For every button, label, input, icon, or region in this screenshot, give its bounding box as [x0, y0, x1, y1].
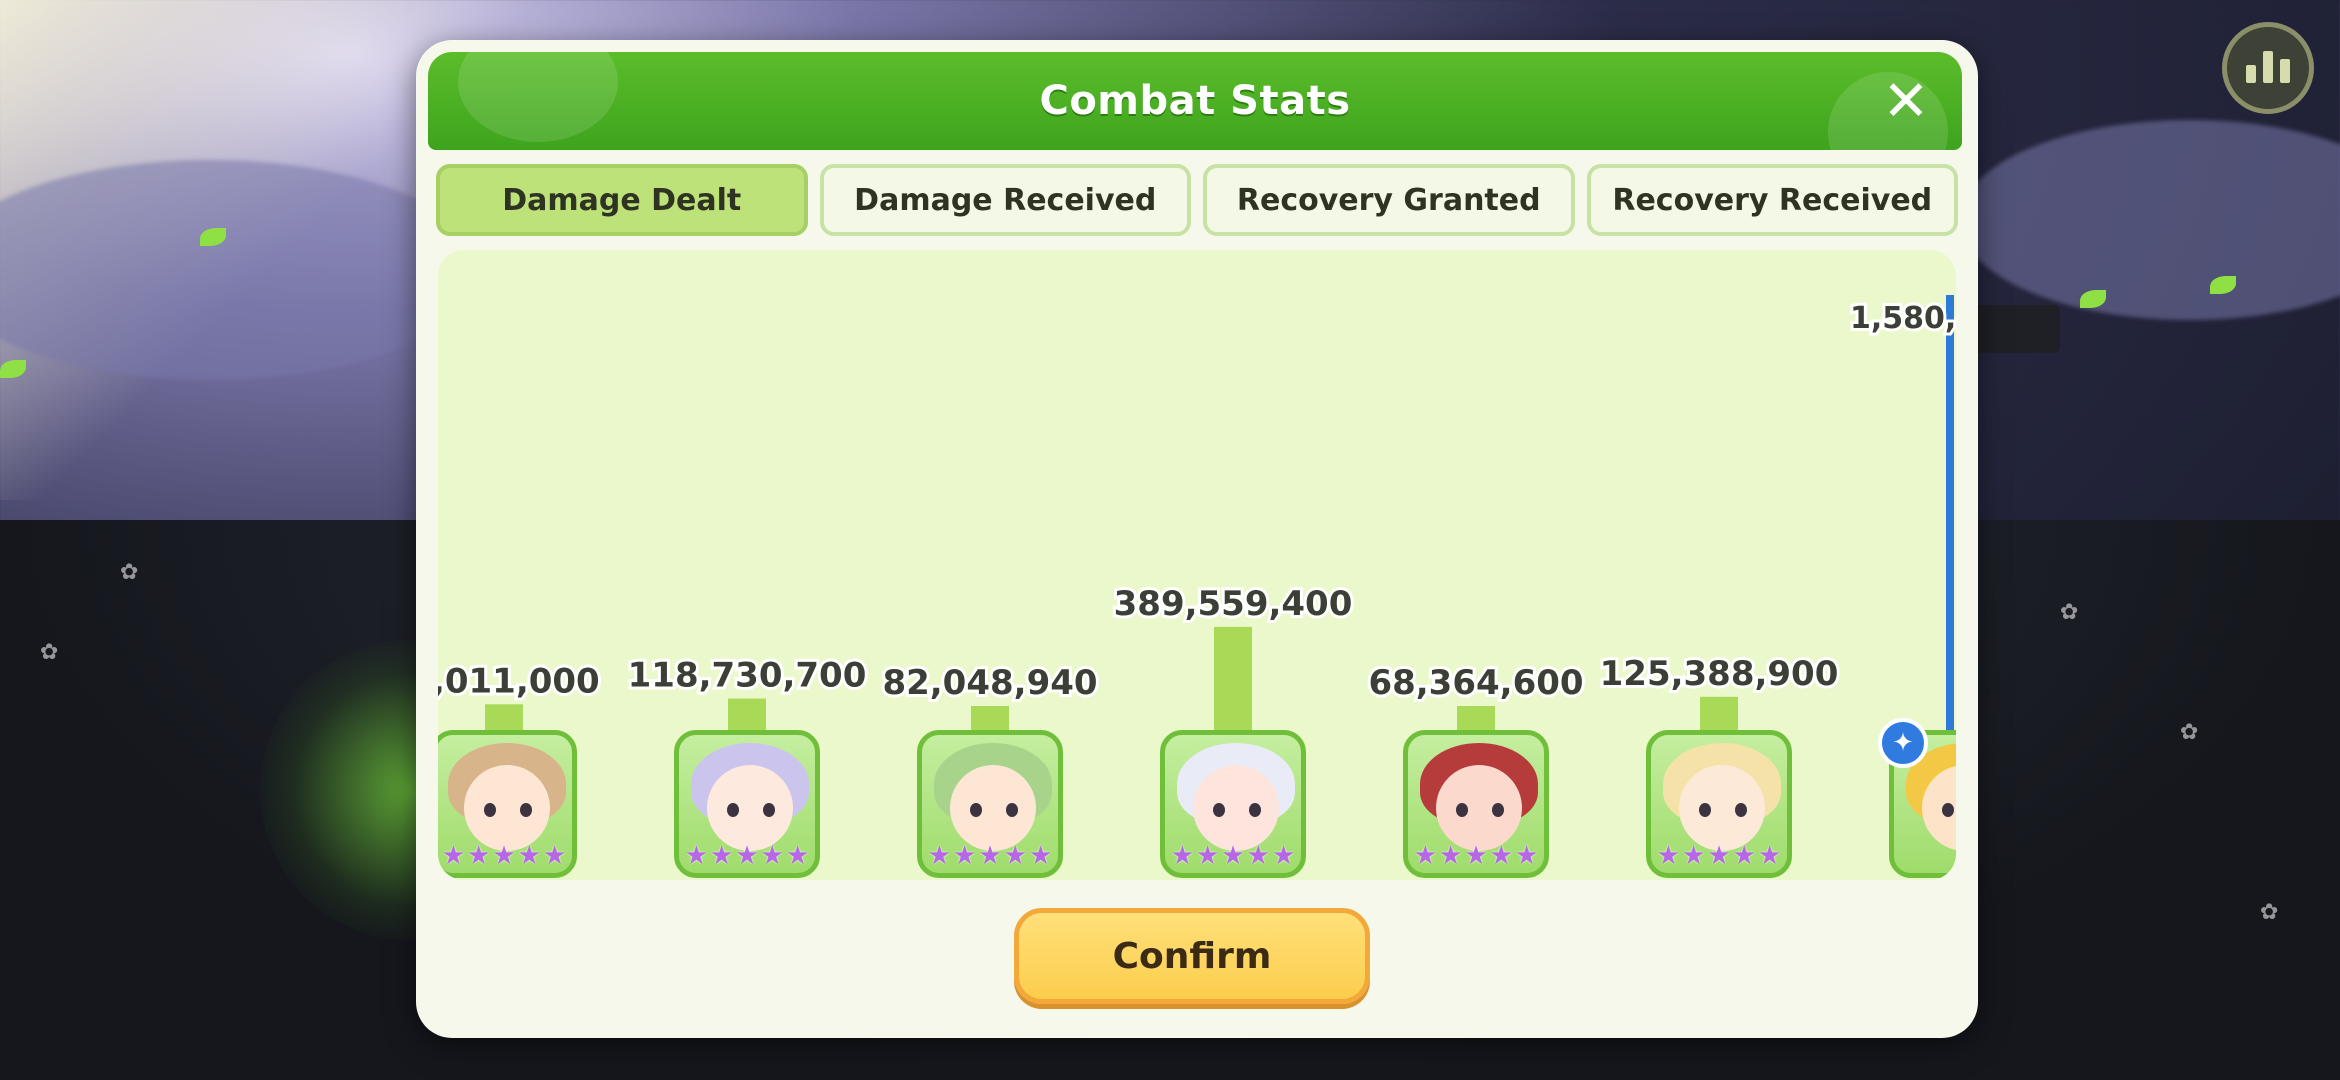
- value-label: 389,559,400: [1114, 584, 1353, 624]
- value-label: 68,364,600: [1368, 663, 1583, 703]
- star-icon: ★: [1271, 841, 1296, 871]
- star-icon: ★: [467, 841, 491, 871]
- hero-face: [1436, 765, 1522, 851]
- star-icon: ★: [953, 841, 977, 871]
- star-icon: ★: [735, 841, 759, 871]
- flower-decoration: ✿: [120, 560, 139, 585]
- star-icon: ★: [1003, 841, 1027, 871]
- star-icon: ★: [1413, 841, 1438, 871]
- flower-decoration: ✿: [2260, 900, 2279, 925]
- star-icon: ★: [1757, 841, 1782, 871]
- hero-portrait[interactable]: ★ ★ ★ ★ ★: [1646, 730, 1792, 878]
- tab-recovery-granted[interactable]: Recovery Granted: [1203, 164, 1575, 236]
- star-rating: [1898, 843, 1956, 869]
- star-icon: ★: [441, 841, 466, 871]
- star-icon: ★: [1732, 841, 1756, 871]
- star-icon: ★: [1196, 841, 1220, 871]
- tab-recovery-received[interactable]: Recovery Received: [1586, 164, 1958, 236]
- value-label: 118,730,700: [628, 656, 867, 696]
- star-icon: ★: [1028, 841, 1053, 871]
- hero-portrait[interactable]: ★ ★ ★ ★ ★: [917, 730, 1063, 878]
- combat-stats-modal: Combat Stats ✕ Damage Dealt Damage Recei…: [416, 40, 1978, 1038]
- star-icon: ★: [542, 841, 567, 871]
- star-icon: ★: [1246, 841, 1270, 871]
- star-icon: ★: [1439, 841, 1463, 871]
- star-rating: ★ ★ ★ ★ ★: [1655, 843, 1783, 869]
- star-icon: ★: [710, 841, 734, 871]
- star-icon: ★: [492, 841, 516, 871]
- hero-face: [1193, 765, 1279, 851]
- star-icon: ★: [1464, 841, 1488, 871]
- close-icon[interactable]: ✕: [1878, 74, 1934, 130]
- hero-portrait[interactable]: ★ ★ ★ ★ ★: [438, 730, 577, 878]
- bar-hero-7: [1946, 295, 1954, 750]
- hero-portrait[interactable]: ★ ★ ★ ★ ★: [1403, 730, 1549, 878]
- hero-face: [707, 765, 793, 851]
- star-icon: ★: [1489, 841, 1513, 871]
- blue-badge-icon: ✦: [1878, 718, 1928, 768]
- value-label: 7,011,000: [438, 661, 600, 701]
- star-icon: ★: [1656, 841, 1681, 871]
- confirm-button[interactable]: Confirm: [1014, 908, 1370, 1004]
- star-rating: ★ ★ ★ ★ ★: [1412, 843, 1540, 869]
- modal-title: Combat Stats: [1039, 78, 1351, 124]
- flower-decoration: ✿: [40, 640, 59, 665]
- star-rating: ★ ★ ★ ★ ★: [683, 843, 811, 869]
- flower-decoration: ✿: [2060, 600, 2079, 625]
- star-icon: ★: [1170, 841, 1195, 871]
- star-icon: ★: [978, 841, 1002, 871]
- hero-face: [464, 765, 550, 851]
- star-rating: ★ ★ ★ ★ ★: [1169, 843, 1297, 869]
- star-rating: ★ ★ ★ ★ ★: [440, 843, 568, 869]
- star-icon: ★: [1707, 841, 1731, 871]
- tab-damage-dealt[interactable]: Damage Dealt: [436, 164, 808, 236]
- star-icon: ★: [927, 841, 952, 871]
- stats-tabs: Damage Dealt Damage Received Recovery Gr…: [436, 164, 1958, 236]
- bar-hero-4: [1214, 626, 1252, 740]
- star-icon: ★: [785, 841, 810, 871]
- star-icon: ★: [517, 841, 541, 871]
- star-icon: ★: [1682, 841, 1706, 871]
- damage-chart: 7,011,000 118,730,700 82,048,940 389,559,40…: [438, 250, 1956, 880]
- hero-portrait[interactable]: ★ ★ ★ ★ ★: [1160, 730, 1306, 878]
- tab-damage-received[interactable]: Damage Received: [819, 164, 1191, 236]
- cloud: [1960, 120, 2340, 320]
- star-icon: ★: [760, 841, 784, 871]
- hero-portrait[interactable]: ★ ★ ★ ★ ★: [674, 730, 820, 878]
- star-icon: ★: [1514, 841, 1539, 871]
- star-icon: ★: [684, 841, 709, 871]
- value-label: 1,580,4: [1850, 301, 1956, 336]
- flower-decoration: ✿: [2180, 720, 2199, 745]
- value-label: 82,048,940: [882, 663, 1097, 703]
- star-rating: ★ ★ ★ ★ ★: [926, 843, 1054, 869]
- bar-chart-icon[interactable]: [2222, 22, 2314, 114]
- value-label: 125,388,900: [1600, 654, 1839, 694]
- hero-face: [1679, 765, 1765, 851]
- star-icon: ★: [1221, 841, 1245, 871]
- hero-face: [950, 765, 1036, 851]
- modal-header: Combat Stats ✕: [428, 52, 1962, 150]
